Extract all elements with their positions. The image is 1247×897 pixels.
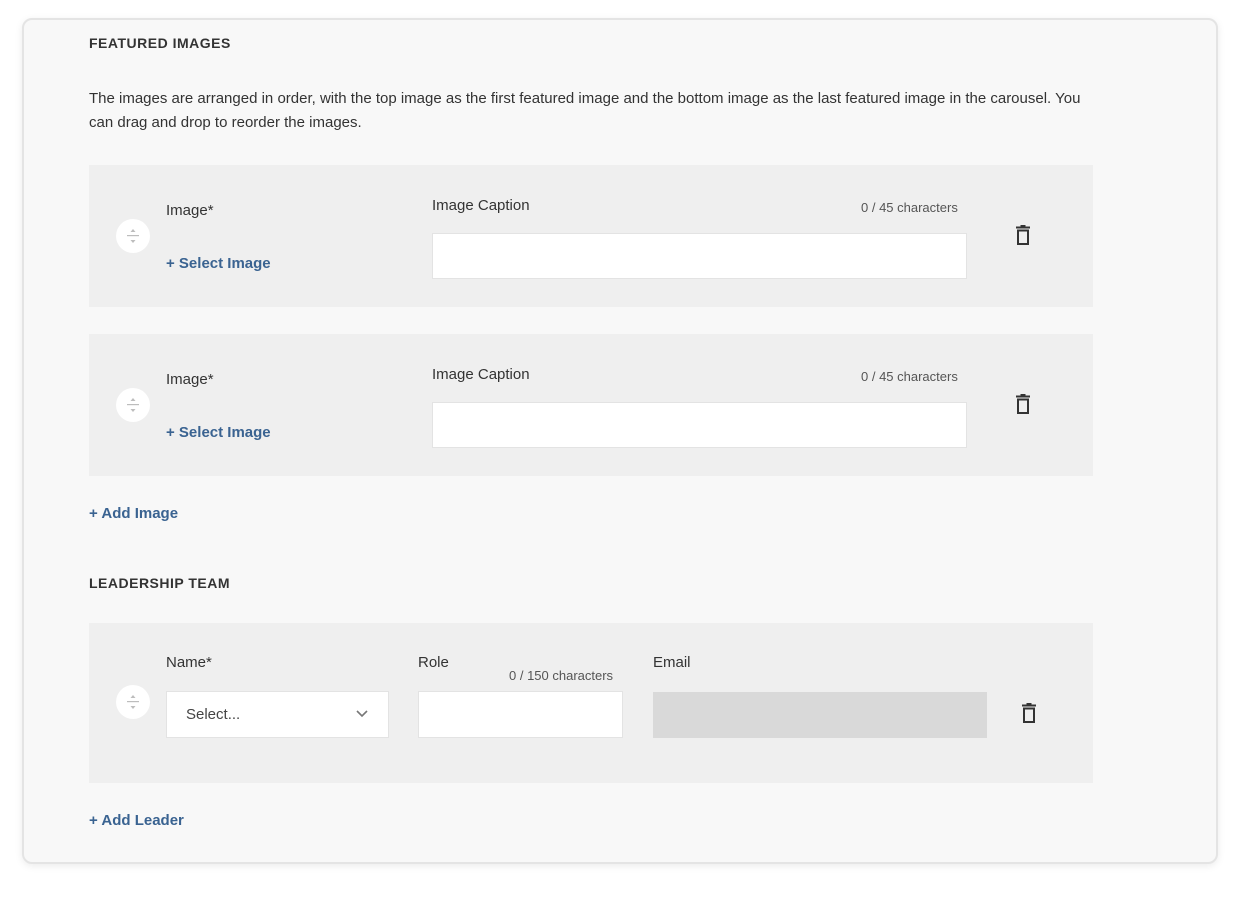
drag-handle-icon[interactable] xyxy=(116,219,150,253)
image-caption-input[interactable] xyxy=(432,233,967,279)
trash-icon[interactable] xyxy=(1015,394,1031,414)
email-label: Email xyxy=(653,654,691,671)
role-input[interactable] xyxy=(418,691,623,738)
caption-character-counter: 0 / 45 characters xyxy=(861,369,958,384)
featured-image-row[interactable]: Image* + Select Image Image Caption 0 / … xyxy=(89,334,1093,476)
image-caption-label: Image Caption xyxy=(432,197,530,214)
name-select[interactable]: Select... xyxy=(166,691,389,738)
image-caption-input[interactable] xyxy=(432,402,967,448)
add-leader-button[interactable]: + Add Leader xyxy=(89,812,184,829)
select-image-link[interactable]: + Select Image xyxy=(166,424,271,441)
name-label: Name* xyxy=(166,654,212,671)
add-image-button[interactable]: + Add Image xyxy=(89,505,178,522)
select-image-link[interactable]: + Select Image xyxy=(166,255,271,272)
email-input xyxy=(653,692,987,738)
name-select-value: Select... xyxy=(186,706,241,723)
role-label: Role xyxy=(418,654,449,671)
chevron-down-icon xyxy=(356,710,368,718)
image-label: Image* xyxy=(166,371,214,388)
image-caption-label: Image Caption xyxy=(432,366,530,383)
leader-row[interactable]: Name* Select... Role 0 / 150 characters … xyxy=(89,623,1093,783)
trash-icon[interactable] xyxy=(1021,703,1037,723)
featured-images-description: The images are arranged in order, with t… xyxy=(89,90,1081,131)
caption-character-counter: 0 / 45 characters xyxy=(861,200,958,215)
leadership-team-heading: LEADERSHIP TEAM xyxy=(89,575,231,591)
drag-handle-icon[interactable] xyxy=(116,685,150,719)
trash-icon[interactable] xyxy=(1015,225,1031,245)
form-card: FEATURED IMAGES The images are arranged … xyxy=(22,18,1218,864)
image-label: Image* xyxy=(166,202,214,219)
drag-handle-icon[interactable] xyxy=(116,388,150,422)
role-character-counter: 0 / 150 characters xyxy=(509,668,614,683)
featured-image-row[interactable]: Image* + Select Image Image Caption 0 / … xyxy=(89,165,1093,307)
featured-images-heading: FEATURED IMAGES xyxy=(89,35,231,51)
